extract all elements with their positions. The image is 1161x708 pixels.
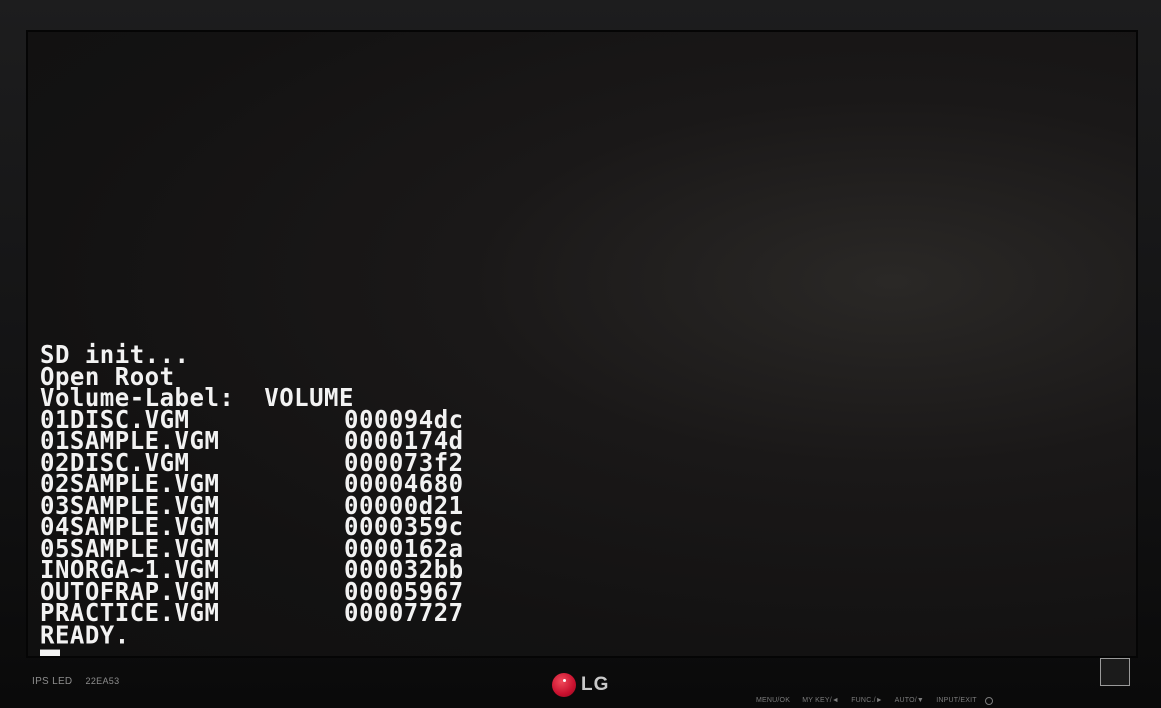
lg-face-icon	[552, 673, 576, 697]
terminal-output: SD init... Open Root Volume-Label: VOLUM…	[40, 342, 464, 656]
file-size: 00007727	[344, 598, 464, 628]
text-cursor[interactable]	[40, 649, 60, 656]
power-icon[interactable]	[985, 697, 993, 705]
monitor-controls: MENU/OK MY KEY/◄ FUNC./► AUTO/▼ INPUT/EX…	[756, 697, 987, 704]
model-name: IPS LED	[32, 676, 73, 687]
model-label: IPS LED 22EA53	[32, 676, 119, 687]
energy-star-badge-icon	[1100, 658, 1130, 686]
func-button[interactable]: FUNC./►	[851, 697, 883, 704]
monitor: SD init... Open Root Volume-Label: VOLUM…	[0, 0, 1161, 708]
brand-logo: LG	[552, 673, 609, 697]
brand-name: LG	[581, 674, 610, 695]
auto-button[interactable]: AUTO/▼	[895, 697, 924, 704]
mykey-button[interactable]: MY KEY/◄	[802, 697, 839, 704]
input-button[interactable]: INPUT/EXIT	[936, 697, 977, 704]
model-code: 22EA53	[85, 676, 120, 686]
menu-button[interactable]: MENU/OK	[756, 697, 790, 704]
crt-screen: SD init... Open Root Volume-Label: VOLUM…	[26, 30, 1138, 658]
